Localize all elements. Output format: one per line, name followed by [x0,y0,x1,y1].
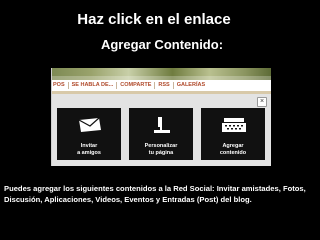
customize-page-line2: tu página [148,150,174,156]
paint-roller-icon [154,117,170,133]
slide-title-line2-text: Agregar Contenido: [100,37,224,52]
envelope-icon [78,117,101,132]
invite-friends-label: Invitar a amigos [57,143,121,157]
site-navbar: POS SE HABLA DE... COMPARTE RSS GALERÍAS [52,80,271,91]
invite-friends-line2: a amigos [77,150,101,156]
nav-item-galerias[interactable]: GALERÍAS [174,82,208,89]
customize-page-line1: Personalizar [144,143,178,149]
slide-caption: Puedes agregar los siguientes contenidos… [4,184,306,204]
add-content-tile[interactable]: Agregar contenido [201,108,265,160]
add-content-label: Agregar contenido [201,143,265,157]
slide-title-line1: Haz click en el enlace [0,11,320,28]
invite-friends-line1: Invitar [80,143,98,149]
nav-item-comparte[interactable]: COMPARTE [117,82,156,89]
add-content-panel: × Invitar a amigos Personalizar tu págin… [52,94,271,166]
slide-title-line1-text: Haz click en el enlace [77,11,231,28]
slide-title-line2: Agregar Contenido: [0,37,320,52]
typewriter-icon [222,118,246,132]
slide: Haz click en el enlace Agregar Contenido… [0,0,320,240]
nav-item-pos[interactable]: POS [52,82,69,89]
add-content-line2: contenido [219,150,247,156]
close-button[interactable]: × [257,97,267,107]
customize-page-tile[interactable]: Personalizar tu página [129,108,193,160]
nav-item-se-habla-de[interactable]: SE HABLA DE... [69,82,118,89]
nav-item-rss[interactable]: RSS [155,82,174,89]
header-photo-strip [52,68,271,80]
invite-friends-tile[interactable]: Invitar a amigos [57,108,121,160]
embedded-screenshot: POS SE HABLA DE... COMPARTE RSS GALERÍAS… [51,68,271,166]
add-content-line1: Agregar [222,143,244,149]
customize-page-label: Personalizar tu página [129,143,193,157]
